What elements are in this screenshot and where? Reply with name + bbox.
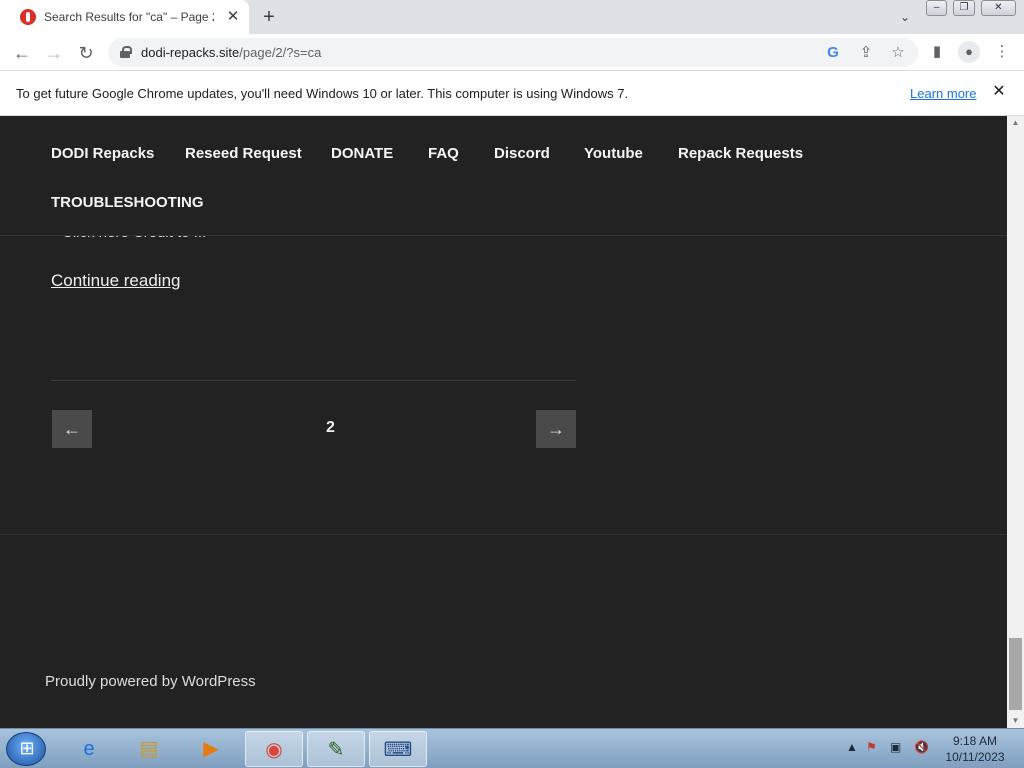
nav-item-troubleshooting[interactable]: TROUBLESHOOTING <box>51 194 204 211</box>
file-explorer-icon[interactable]: ▤ <box>120 731 178 767</box>
paint-icon[interactable]: ✎ <box>307 731 365 767</box>
nav-item-youtube[interactable]: Youtube <box>584 145 643 162</box>
nav-item-reseed-request[interactable]: Reseed Request <box>185 145 302 162</box>
tab-close-icon[interactable]: ✕ <box>224 8 242 26</box>
browser-toolbar: ← → ↻ dodi-repacks.site/page/2/?s=ca G ⇪… <box>0 34 1024 71</box>
chrome-icon[interactable]: ◉ <box>245 731 303 767</box>
footer-divider <box>0 534 1007 535</box>
internet-explorer-icon[interactable]: e <box>60 731 118 767</box>
system-clock[interactable]: 9:18 AM 10/11/2023 <box>940 733 1010 765</box>
nav-item-faq[interactable]: FAQ <box>428 145 459 162</box>
current-page-number: 2 <box>326 419 335 436</box>
tab-strip: Search Results for "ca" – Page 2 – ✕ + ⌄… <box>0 0 1024 34</box>
learn-more-link[interactable]: Learn more <box>910 86 976 101</box>
nav-item-dodi-repacks[interactable]: DODI Repacks <box>51 145 154 162</box>
menu-icon[interactable]: ⋮ <box>991 41 1013 63</box>
tab-title: Search Results for "ca" – Page 2 – <box>44 10 214 24</box>
scroll-up-icon[interactable]: ▲ <box>1007 116 1024 130</box>
minimize-button[interactable]: – <box>926 0 948 16</box>
clock-date: 10/11/2023 <box>945 750 1005 764</box>
url-text[interactable]: dodi-repacks.site/page/2/?s=ca <box>141 45 321 60</box>
restore-button[interactable]: ❐ <box>953 0 975 16</box>
address-bar[interactable]: dodi-repacks.site/page/2/?s=ca G ⇪ ☆ <box>108 38 918 67</box>
share-icon[interactable]: ⇪ <box>856 43 876 63</box>
page-scrollbar[interactable]: ▲ ▼ <box>1007 116 1024 728</box>
volume-muted-icon[interactable]: 🔇 <box>914 740 929 754</box>
new-tab-button[interactable]: + <box>258 6 280 28</box>
infobar-close-icon[interactable]: ✕ <box>990 83 1008 101</box>
google-icon[interactable]: G <box>823 43 843 63</box>
update-infobar: To get future Google Chrome updates, you… <box>0 71 1024 116</box>
back-icon[interactable]: ← <box>10 41 34 65</box>
tray-expand-icon[interactable]: ▲ <box>846 740 858 754</box>
nav-item-repack-requests[interactable]: Repack Requests <box>678 145 803 162</box>
page-content: DODI Repacks Reseed Request DONATE FAQ D… <box>0 116 1007 728</box>
infobar-message: To get future Google Chrome updates, you… <box>16 86 629 101</box>
tab-search-results[interactable]: Search Results for "ca" – Page 2 – ✕ <box>0 0 249 34</box>
clock-time: 9:18 AM <box>952 734 998 748</box>
system-tray: ▲ ⚑ ▣ 🔇 <box>842 735 942 763</box>
close-window-button[interactable]: ✕ <box>980 0 1016 16</box>
site-favicon-icon <box>20 9 36 25</box>
lock-icon[interactable] <box>120 46 132 58</box>
site-navigation: DODI Repacks Reseed Request DONATE FAQ D… <box>0 116 1007 236</box>
next-page-button[interactable]: → <box>536 410 576 448</box>
reload-icon[interactable]: ↻ <box>74 41 98 65</box>
profile-icon[interactable]: ● <box>958 41 980 63</box>
tab-search-icon[interactable]: ⌄ <box>895 8 915 26</box>
divider <box>51 380 576 381</box>
scroll-down-icon[interactable]: ▼ <box>1007 714 1024 728</box>
nav-item-discord[interactable]: Discord <box>494 145 550 162</box>
start-button[interactable] <box>6 732 47 766</box>
window-controls: – ❐ ✕ <box>926 0 1022 18</box>
keyboard-icon[interactable]: ⌨ <box>369 731 427 767</box>
footer-credit-link[interactable]: Proudly powered by WordPress <box>45 673 256 690</box>
continue-reading-link[interactable]: Continue reading <box>51 271 180 291</box>
nav-item-donate[interactable]: DONATE <box>331 145 393 162</box>
media-player-icon[interactable]: ▶ <box>182 731 240 767</box>
action-center-icon[interactable]: ⚑ <box>866 740 877 754</box>
forward-icon[interactable]: → <box>42 41 66 65</box>
star-icon[interactable]: ☆ <box>888 43 908 63</box>
prev-page-button[interactable]: ← <box>52 410 92 448</box>
network-icon[interactable]: ▣ <box>890 740 901 754</box>
windows-taskbar: e ▤ ▶ ◉ ✎ ⌨ ▲ ⚑ ▣ 🔇 9:18 AM 10/11/2023 <box>0 728 1024 768</box>
sidepanel-icon[interactable]: ▮ <box>926 41 948 63</box>
scroll-thumb[interactable] <box>1009 638 1022 710</box>
